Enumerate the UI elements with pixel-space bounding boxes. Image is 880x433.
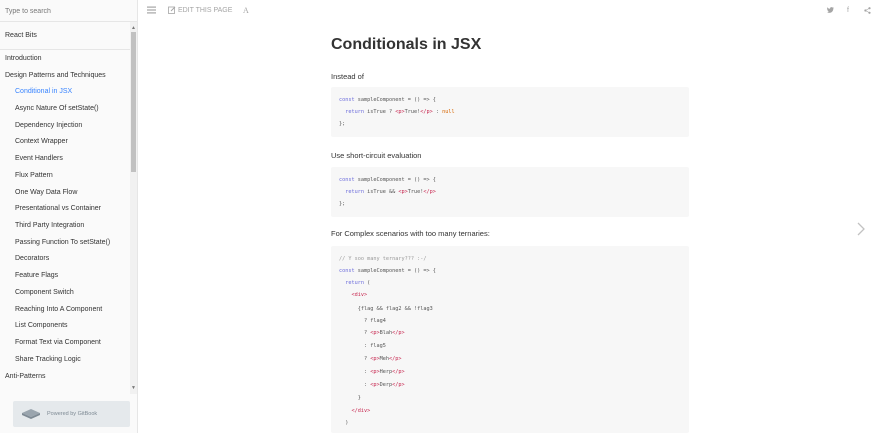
sidebar-item-anti-patterns[interactable]: Anti-Patterns [5, 369, 130, 385]
sidebar: React Bits Introduction Design Patterns … [0, 0, 138, 433]
scroll-down-arrow-icon[interactable]: ▼ [130, 384, 137, 392]
sidebar-item-context-wrapper[interactable]: Context Wrapper [15, 134, 130, 150]
sidebar-item-format-text-via-component[interactable]: Format Text via Component [15, 335, 130, 351]
gitbook-link[interactable]: Powered by GitBook [13, 401, 130, 427]
sidebar-item-flux-pattern[interactable]: Flux Pattern [15, 168, 130, 184]
search-input[interactable] [0, 1, 137, 22]
code-line: const sampleComponent = () => { [339, 268, 436, 274]
sidebar-scrollbar[interactable]: ▲ ▼ [130, 22, 137, 394]
sidebar-item-introduction[interactable]: Introduction [5, 51, 130, 67]
code-line: return isTrue ? <p>True!</p> : null [345, 109, 455, 115]
code-line: return ( [345, 280, 371, 286]
code-block-short-circuit: const sampleComponent = () => { return i… [331, 167, 689, 217]
font-settings-button[interactable]: A [243, 0, 249, 22]
code-line: const sampleComponent = () => { [339, 177, 436, 183]
code-line: return isTrue && <p>True!</p> [345, 189, 436, 195]
edit-icon [168, 6, 176, 15]
sidebar-item-decorators[interactable]: Decorators [15, 251, 130, 267]
sidebar-item-list-components[interactable]: List Components [15, 318, 130, 334]
sidebar-item-component-switch[interactable]: Component Switch [15, 285, 130, 301]
share-icon [864, 6, 871, 14]
code-line: }; [339, 121, 346, 127]
sidebar-item-conditional-in-jsx[interactable]: Conditional in JSX [15, 84, 130, 100]
menu-toggle-button[interactable] [147, 0, 156, 22]
edit-page-button[interactable]: EDIT THIS PAGE [168, 0, 232, 22]
code-line: ) [339, 420, 349, 426]
code-line: ? flag4 [339, 318, 386, 324]
facebook-icon: f [847, 7, 849, 14]
sidebar-item-share-tracking-logic[interactable]: Share Tracking Logic [15, 352, 130, 368]
sidebar-divider [0, 49, 130, 50]
paragraph-complex-scenarios: For Complex scenarios with too many tern… [331, 229, 490, 238]
code-block-complex-ternaries: // Y soo many ternary??? :-/ const sampl… [331, 246, 689, 433]
code-line: : flag5 [339, 343, 386, 349]
code-line: : <p>Herp</p> [339, 369, 405, 375]
code-line: ? <p>Meh</p> [339, 356, 402, 362]
paragraph-short-circuit: Use short-circuit evaluation [331, 151, 422, 160]
sidebar-item-reaching-into-a-component[interactable]: Reaching Into A Component [15, 302, 130, 318]
twitter-icon [826, 7, 834, 14]
sidebar-item-third-party-integration[interactable]: Third Party Integration [15, 218, 130, 234]
facebook-share-button[interactable]: f [847, 0, 849, 22]
code-line: </div> [351, 408, 371, 414]
gitbook-logo-icon [22, 409, 40, 419]
code-line: const sampleComponent = () => { [339, 97, 436, 103]
sidebar-item-dependency-injection[interactable]: Dependency Injection [15, 118, 130, 134]
code-line: ? <p>Blah</p> [339, 330, 405, 336]
chevron-right-icon [857, 222, 865, 236]
powered-by-gitbook-label: Powered by GitBook [47, 411, 98, 417]
code-comment-line: // Y soo many ternary??? :-/ [339, 256, 427, 262]
edit-page-label: EDIT THIS PAGE [177, 7, 233, 14]
sidebar-nav: React Bits Introduction Design Patterns … [0, 22, 130, 394]
share-button[interactable] [864, 0, 871, 22]
code-line: <div> [351, 292, 368, 298]
sidebar-item-passing-function-to-setstate[interactable]: Passing Function To setState() [15, 235, 130, 251]
sidebar-item-design-patterns[interactable]: Design Patterns and Techniques [5, 68, 130, 84]
code-line: }; [339, 201, 346, 207]
code-line: : <p>Derp</p> [339, 382, 405, 388]
sidebar-item-presentational-vs-container[interactable]: Presentational vs Container [15, 201, 130, 217]
next-page-button[interactable] [854, 220, 870, 238]
sidebar-item-one-way-data-flow[interactable]: One Way Data Flow [15, 185, 130, 201]
hamburger-icon [147, 6, 156, 14]
code-line: } [339, 395, 361, 401]
search-bar [0, 0, 137, 22]
sidebar-item-event-handlers[interactable]: Event Handlers [15, 151, 130, 167]
sidebar-item-feature-flags[interactable]: Feature Flags [15, 268, 130, 284]
sidebar-item-async-setstate[interactable]: Async Nature Of setState() [15, 101, 130, 117]
code-block-ternary: const sampleComponent = () => { return i… [331, 87, 689, 137]
paragraph-instead-of: Instead of [331, 72, 364, 81]
scroll-up-arrow-icon[interactable]: ▲ [130, 24, 137, 32]
scroll-thumb[interactable] [131, 32, 136, 172]
twitter-share-button[interactable] [826, 0, 834, 22]
code-line: {flag && flag2 && !flag3 [339, 306, 433, 312]
page-title: Conditionals in JSX [331, 36, 482, 53]
sidebar-book-title[interactable]: React Bits [5, 28, 130, 44]
toolbar: EDIT THIS PAGE A f [138, 0, 880, 22]
